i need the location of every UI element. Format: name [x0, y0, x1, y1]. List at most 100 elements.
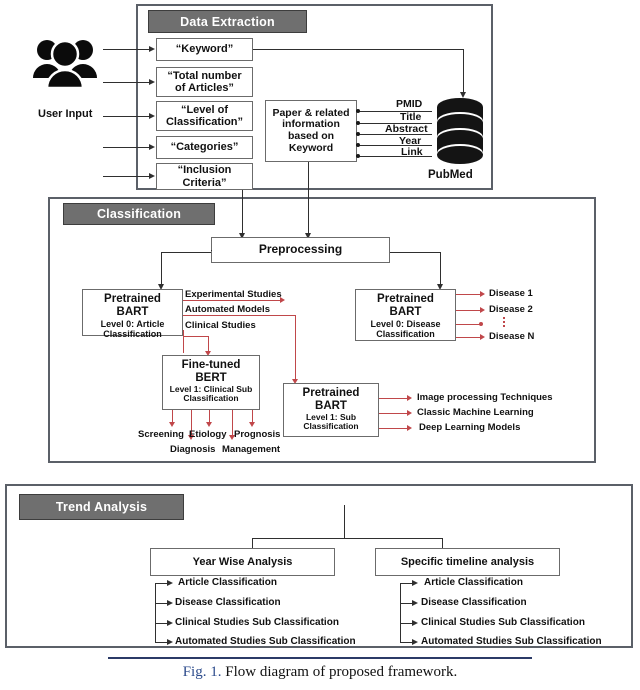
disease-model-level: Level 0: Disease — [370, 318, 441, 329]
arrowhead-db-year — [356, 143, 360, 147]
connector-clinical-h — [183, 336, 208, 337]
connector-keyword-to-db-v — [463, 49, 464, 93]
connector-trend-trunk — [344, 505, 345, 538]
arrow-year-item-4 — [167, 638, 173, 645]
connector-user-keyword — [103, 49, 150, 50]
bert-output-screening: Screening — [138, 429, 184, 440]
arrow-user-keyword — [149, 45, 155, 52]
input-box-total-articles: “Total number of Articles” — [156, 67, 253, 97]
arrow-timeline-item-2 — [412, 599, 418, 606]
arrowhead-db-link — [356, 154, 360, 158]
article-model-name: Pretrained — [104, 293, 161, 305]
connector-disease-1 — [456, 294, 481, 295]
connector-disease-2 — [456, 310, 481, 311]
input-box-categories: “Categories” — [156, 136, 253, 159]
connector-disease-n — [456, 337, 481, 338]
arrowhead-db-title — [356, 121, 360, 125]
article-model-level: Level 0: Article — [100, 318, 165, 329]
arrow-user-categories — [149, 143, 155, 150]
connector-automated-h — [183, 315, 295, 316]
figure-caption-text: Flow diagram of proposed framework. — [221, 664, 458, 680]
year-wise-analysis-box: Year Wise Analysis — [150, 548, 335, 576]
bert-output-diagnosis: Diagnosis — [170, 444, 216, 455]
disease-output-1: Disease 1 — [489, 288, 533, 299]
sub-classification-box: Pretrained BART Level 1: Sub Classificat… — [283, 383, 379, 437]
connector-sub-output-2 — [379, 413, 408, 414]
figure-canvas: Data Extraction User Input “Keyword” “To… — [0, 0, 640, 690]
arrow-sub-output-1 — [407, 395, 412, 401]
connector-preproc-left-h — [161, 252, 211, 253]
timeline-item-disease-classification: Disease Classification — [421, 597, 527, 608]
arrow-user-total — [149, 78, 155, 85]
connector-automated-v — [295, 315, 296, 381]
specific-timeline-analysis-box: Specific timeline analysis — [375, 548, 560, 576]
input-box-level-of-classification: “Level of Classification” — [156, 101, 253, 131]
year-item-automated-sub: Automated Studies Sub Classification — [175, 636, 356, 647]
clinical-sub-classification-box: Fine-tuned BERT Level 1: Clinical Sub Cl… — [162, 355, 260, 410]
connector-user-total — [103, 82, 150, 83]
figure-number: Fig. 1. — [182, 664, 222, 680]
arrowhead-db-abstract — [356, 132, 360, 136]
connector-db-title — [358, 123, 432, 124]
input-box-keyword: “Keyword” — [156, 38, 253, 61]
sub-model-name: Pretrained — [302, 387, 360, 399]
connector-preproc-left-v1 — [211, 250, 212, 251]
classification-title: Classification — [63, 203, 215, 225]
bert-output-prognosis: Prognosis — [234, 429, 281, 440]
arrow-user-level — [149, 112, 155, 119]
data-extraction-title: Data Extraction — [148, 10, 307, 33]
arrow-prognosis — [249, 422, 255, 427]
connector-preproc-right-v — [440, 252, 441, 286]
arrow-experimental — [280, 297, 285, 303]
connector-preproc-left-v2 — [161, 252, 162, 286]
connector-year-wise-spine — [155, 583, 156, 642]
timeline-item-article-classification: Article Classification — [424, 577, 523, 588]
connector-sub-output-3 — [379, 428, 408, 429]
arrow-year-item-3 — [167, 619, 173, 626]
article-model-type: BART — [116, 305, 149, 318]
caption-rule — [108, 657, 532, 659]
arrow-timeline-item-3 — [412, 619, 418, 626]
article-output-automated: Automated Models — [185, 304, 270, 315]
bert-model-level2: Classification — [183, 393, 239, 404]
arrow-disease-2 — [480, 307, 485, 313]
arrow-etiology — [206, 422, 212, 427]
connector-extraction-to-preprocessing-a — [242, 190, 243, 234]
article-model-level2: Classification — [103, 328, 162, 339]
paper-info-box: Paper & related information based on Key… — [265, 100, 357, 162]
connector-user-level — [103, 116, 150, 117]
arrow-timeline-item-4 — [412, 638, 418, 645]
connector-user-inclusion — [103, 176, 150, 177]
sub-output-deep-learning: Deep Learning Models — [419, 422, 521, 433]
disease-model-type: BART — [389, 305, 422, 318]
connector-clinical-v — [183, 330, 184, 353]
connector-db-link — [358, 156, 432, 157]
connector-preproc-right-h — [390, 252, 440, 253]
bert-model-type: BERT — [195, 371, 227, 384]
input-box-inclusion-criteria: “Inclusion Criteria” — [156, 163, 253, 190]
connector-user-categories — [103, 147, 150, 148]
connector-db-abstract — [358, 134, 432, 135]
user-input-label: User Input — [38, 108, 93, 120]
connector-db-year — [358, 145, 432, 146]
bert-model-name: Fine-tuned — [181, 359, 241, 371]
arrowhead-db-pmid — [356, 109, 360, 113]
article-output-experimental: Experimental Studies — [185, 289, 282, 300]
connector-trend-split — [252, 538, 442, 539]
arrow-sub-output-3 — [407, 425, 412, 431]
year-item-article-classification: Article Classification — [178, 577, 277, 588]
year-item-disease-classification: Disease Classification — [175, 597, 281, 608]
bert-output-management: Management — [222, 444, 281, 455]
sub-output-classic-ml: Classic Machine Learning — [417, 407, 534, 418]
arrow-sub-output-2 — [407, 410, 412, 416]
article-classification-box: Pretrained BART Level 0: Article Classif… — [82, 289, 183, 339]
database-cylinder-icon — [437, 98, 483, 164]
timeline-item-clinical-sub: Clinical Studies Sub Classification — [421, 617, 585, 628]
users-group-icon — [30, 30, 100, 92]
disease-model-name: Pretrained — [377, 293, 434, 305]
sub-model-level2: Classification — [303, 421, 359, 432]
connector-keyword-to-db-h — [253, 49, 463, 50]
arrowhead-disease-ellipsis — [479, 322, 483, 326]
disease-model-level2: Classification — [376, 328, 435, 339]
record-field-pmid: PMID — [396, 98, 423, 110]
